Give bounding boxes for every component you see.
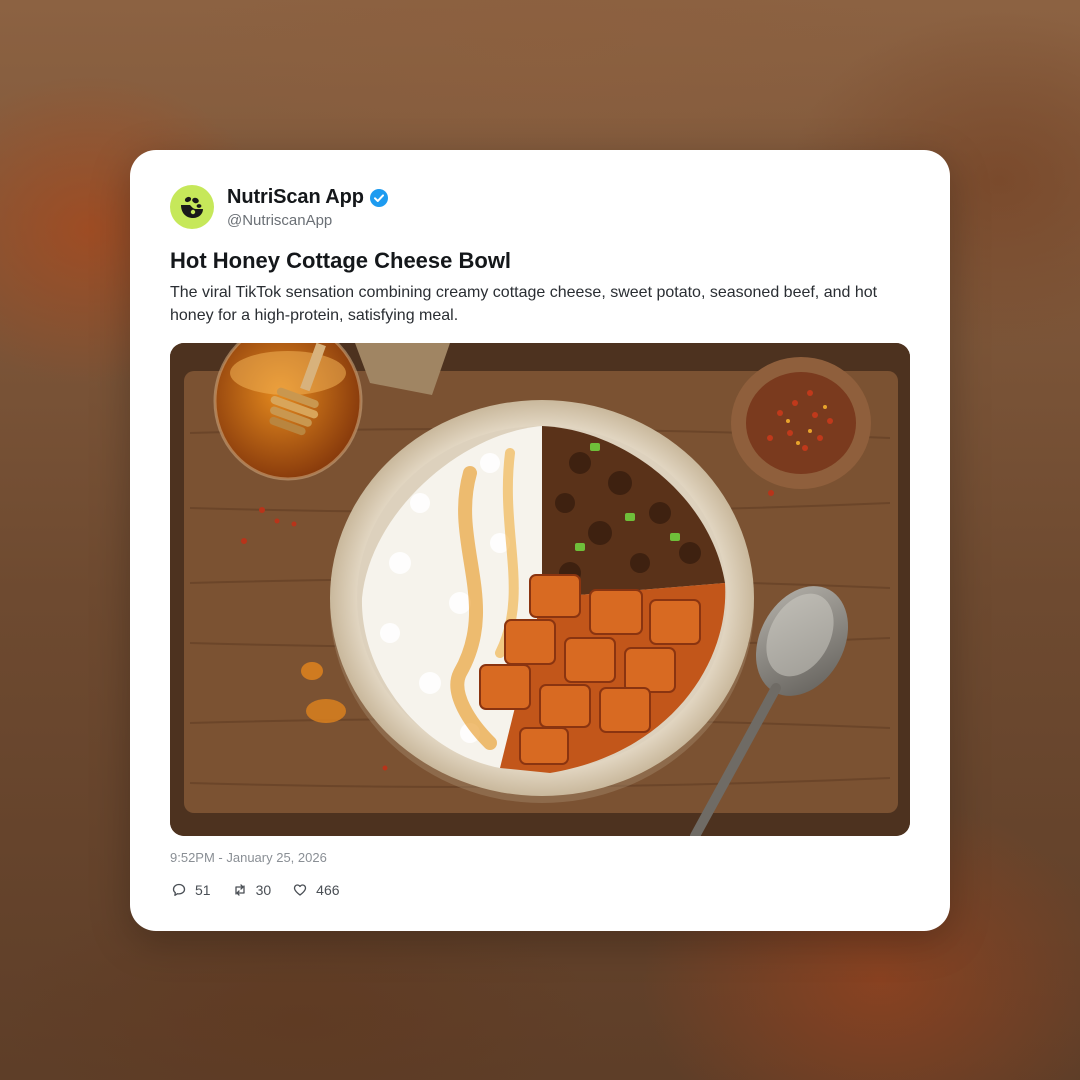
avatar[interactable] xyxy=(170,185,214,229)
nutriscan-logo-icon xyxy=(181,196,203,218)
author-handle[interactable]: @NutriscanApp xyxy=(227,212,388,229)
author-block: NutriScan App @NutriscanApp xyxy=(227,186,388,229)
like-button[interactable]: 466 xyxy=(293,882,340,898)
post-header: NutriScan App @NutriscanApp xyxy=(170,185,388,229)
retweet-icon xyxy=(234,884,245,896)
post-actions: 51 30 466 xyxy=(172,881,362,899)
reply-count: 51 xyxy=(195,882,211,898)
reply-button[interactable]: 51 xyxy=(172,882,211,898)
post-timestamp[interactable]: 9:52PM - January 25, 2026 xyxy=(170,850,327,865)
name-row: NutriScan App xyxy=(227,186,388,210)
post-title: Hot Honey Cottage Cheese Bowl xyxy=(170,248,512,273)
reply-icon xyxy=(172,883,186,896)
retweet-button[interactable]: 30 xyxy=(233,882,272,898)
post-image[interactable] xyxy=(170,343,910,836)
verified-badge-icon xyxy=(369,188,388,207)
retweet-count: 30 xyxy=(255,882,272,898)
like-count: 466 xyxy=(316,882,340,898)
post-body: The viral TikTok sensation combining cre… xyxy=(170,284,878,324)
post-card: NutriScan App @NutriscanApp Hot Honey Co… xyxy=(130,150,950,931)
heart-icon xyxy=(294,884,307,896)
author-name[interactable]: NutriScan App xyxy=(227,186,364,209)
food-photo-illustration xyxy=(170,343,910,836)
